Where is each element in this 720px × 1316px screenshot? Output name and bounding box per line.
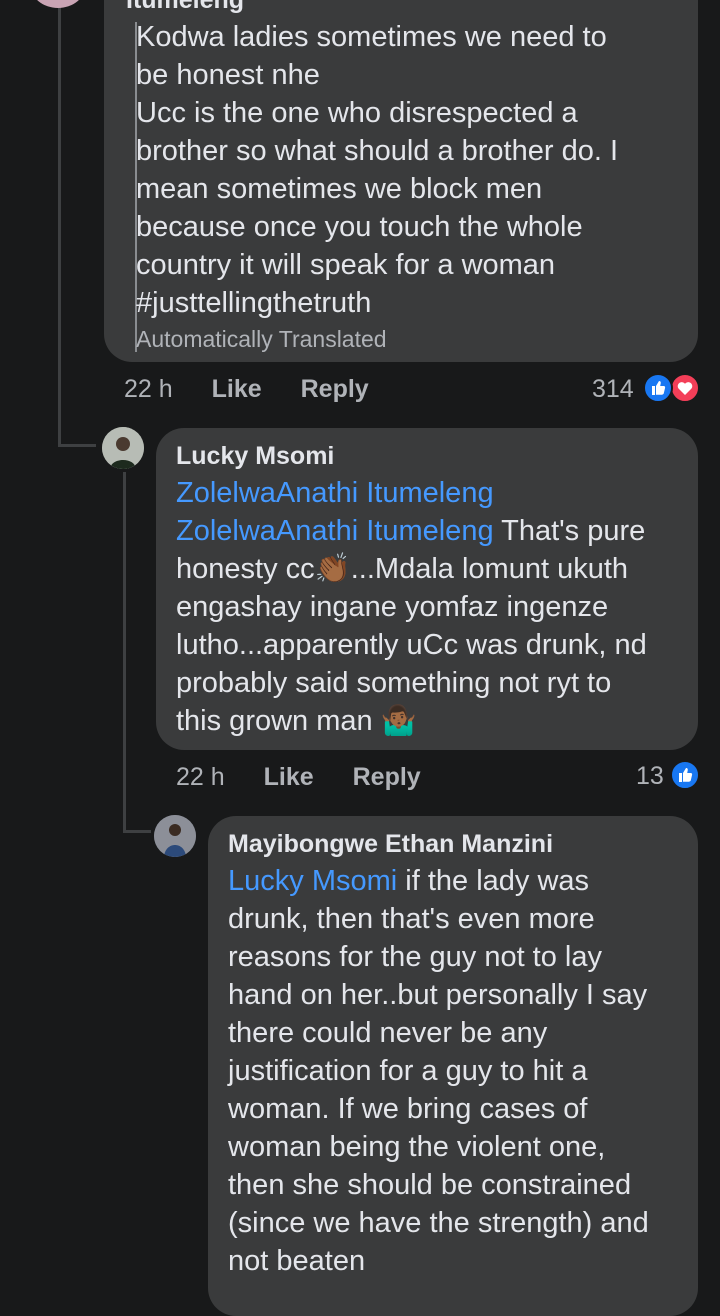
mention-link[interactable]: ZolelwaAnathi Itumeleng: [176, 515, 494, 547]
comment-bubble: Itumeleng Kodwa ladies sometimes we need…: [104, 0, 698, 362]
reply-button[interactable]: Reply: [353, 763, 421, 791]
text-line: woman being the violent one,: [228, 1131, 606, 1163]
comment-text: Kodwa ladies sometimes we need to be hon…: [136, 18, 618, 356]
like-icon: [670, 760, 700, 790]
text-span: honesty cc: [176, 553, 315, 585]
avatar[interactable]: [154, 815, 196, 857]
text-line: brother so what should a brother do. I: [136, 135, 619, 167]
text-line: Ucc is the one who disrespected a: [136, 97, 578, 129]
comment-meta: 22 h Like Reply: [176, 763, 421, 792]
text-line: (since we have the strength) and: [228, 1207, 649, 1239]
text-line: there could never be any: [228, 1017, 548, 1049]
reaction-count[interactable]: 314: [592, 375, 634, 404]
like-button[interactable]: Like: [264, 763, 314, 791]
text-line: probably said something not ryt to: [176, 667, 612, 699]
text-line: hand on her..but personally I say: [228, 979, 648, 1011]
text-line: because once you touch the whole: [136, 211, 583, 243]
avatar[interactable]: [30, 0, 86, 8]
mention-link[interactable]: ZolelwaAnathi Itumeleng: [176, 477, 494, 509]
text-span: ...Mdala lomunt ukuth: [350, 553, 629, 585]
text-span: That's pure: [493, 515, 646, 547]
comment-text: ZolelwaAnathi Itumeleng ZolelwaAnathi It…: [176, 474, 647, 740]
comment-time[interactable]: 22 h: [124, 375, 173, 403]
avatar[interactable]: [102, 427, 144, 469]
text-line: be honest nhe: [136, 59, 320, 91]
thread-line-branch: [58, 444, 96, 447]
comment-bubble: Lucky Msomi ZolelwaAnathi Itumeleng Zole…: [156, 428, 698, 750]
comment-bubble: Mayibongwe Ethan Manzini Lucky Msomi if …: [208, 816, 698, 1316]
love-icon: [670, 373, 700, 403]
thread-line-main: [58, 0, 61, 445]
text-line: Kodwa ladies sometimes we need to: [136, 21, 607, 53]
reaction-count[interactable]: 13: [636, 762, 664, 791]
thread-line-sub: [123, 472, 126, 832]
text-line: engashay ingane yomfaz ingenze: [176, 591, 609, 623]
text-line: lutho...apparently uCc was drunk, nd: [176, 629, 647, 661]
comment-author[interactable]: Mayibongwe Ethan Manzini: [228, 830, 553, 859]
text-line: justification for a guy to hit a: [228, 1055, 588, 1087]
comment-time[interactable]: 22 h: [176, 763, 225, 791]
text-span: if the lady was: [397, 865, 590, 897]
text-line: woman. If we bring cases of: [228, 1093, 588, 1125]
text-line: reasons for the guy not to lay: [228, 941, 602, 973]
text-line: not beaten: [228, 1245, 366, 1277]
like-button[interactable]: Like: [212, 375, 262, 403]
comment-meta: 22 h Like Reply: [124, 375, 369, 404]
comment-author[interactable]: Lucky Msomi: [176, 442, 334, 471]
shrug-emoji-icon: 🤷🏾‍♂️: [380, 705, 417, 737]
text-line: drunk, then that's even more: [228, 903, 595, 935]
mention-link[interactable]: Lucky Msomi: [228, 865, 397, 897]
clapping-emoji-icon: 👏🏾: [314, 553, 351, 585]
thread-line-sub-branch: [123, 830, 151, 833]
text-line: mean sometimes we block men: [136, 173, 543, 205]
reply-button[interactable]: Reply: [301, 375, 369, 403]
text-line: then she should be constrained: [228, 1169, 632, 1201]
text-span: this grown man: [176, 705, 381, 737]
text-line: country it will speak for a woman: [136, 249, 556, 281]
like-icon: [643, 373, 673, 403]
text-line: #justtellingthetruth: [136, 287, 372, 319]
translated-label[interactable]: Automatically Translated: [136, 322, 618, 356]
comment-author[interactable]: Itumeleng: [126, 0, 244, 15]
comment-text: Lucky Msomi if the lady was drunk, then …: [228, 862, 649, 1280]
